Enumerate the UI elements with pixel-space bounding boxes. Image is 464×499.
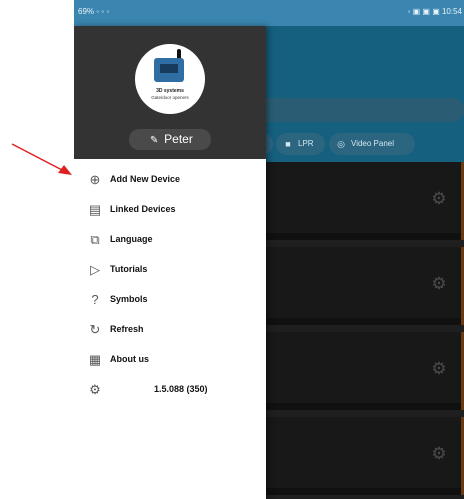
menu-item-linked-devices[interactable]: ▤ Linked Devices [74, 195, 266, 225]
user-name: Peter [164, 132, 193, 146]
edit-name-button[interactable]: ✎ Peter [129, 129, 211, 150]
add-circle-icon: ⊕ [89, 172, 101, 187]
app-version: 1.5.088 (350) [154, 384, 208, 394]
menu-item-label: Language [110, 234, 153, 244]
menu-item-label: Add New Device [110, 174, 181, 184]
search-bar[interactable] [254, 98, 464, 122]
menu-item-label: Symbols [110, 294, 148, 304]
video-camera-icon: ■ [285, 139, 291, 149]
help-circle-icon: ? [91, 292, 99, 307]
navigation-drawer: 3D systems Gate/door openers ✎ Peter ⊕ Ad… [74, 26, 266, 499]
menu-item-add-new-device[interactable]: ⊕ Add New Device [74, 165, 266, 195]
gear-icon[interactable]: ⚙ [430, 275, 448, 293]
menu-item-label: About us [110, 354, 149, 364]
pencil-icon: ✎ [149, 135, 159, 146]
logo-tagline: Gate/door openers [151, 95, 189, 100]
tutorials-icon: ▷ [90, 262, 100, 277]
language-icon: ⧉ [90, 232, 100, 247]
company-logo: 3D systems Gate/door openers [135, 44, 205, 114]
menu-item-language[interactable]: ⧉ Language [74, 225, 266, 255]
camera-lens-icon: ◎ [337, 139, 345, 149]
menu-item-about-us[interactable]: ▦ About us [74, 345, 266, 375]
chip-video-panel-label: Video Panel [351, 139, 394, 148]
drawer-header: 3D systems Gate/door openers ✎ Peter [74, 26, 266, 159]
refresh-icon: ↻ [89, 322, 101, 337]
settings-gear-icon: ⚙ [89, 382, 101, 397]
status-bar-left: 69% ◦ ◦ ◦ [78, 7, 110, 16]
menu-item-symbols[interactable]: ? Symbols [74, 285, 266, 315]
status-bar: 69% ◦ ◦ ◦ ◦ ▣ ▣ ▣ 10:54 [74, 0, 464, 26]
device-screen [160, 64, 178, 73]
logo-brand: 3D systems [156, 88, 184, 94]
gear-icon[interactable]: ⚙ [430, 445, 448, 463]
chip-lpr-label: LPR [298, 139, 314, 148]
linked-devices-icon: ▤ [88, 202, 102, 217]
gear-icon[interactable]: ⚙ [430, 190, 448, 208]
chip-video-panel[interactable]: ◎ Video Panel [329, 133, 415, 155]
menu-item-refresh[interactable]: ↻ Refresh [74, 315, 266, 345]
about-document-icon: ▦ [88, 352, 102, 367]
annotation-arrow [11, 143, 72, 175]
status-bar-right: ◦ ▣ ▣ ▣ 10:54 [407, 7, 462, 16]
menu-item-tutorials[interactable]: ▷ Tutorials [74, 255, 266, 285]
chip-lpr[interactable]: ■ LPR [276, 133, 325, 155]
drawer-menu: ⊕ Add New Device ▤ Linked Devices ⧉ Lang… [74, 165, 266, 405]
gear-icon[interactable]: ⚙ [430, 360, 448, 378]
menu-item-label: Refresh [110, 324, 144, 334]
menu-item-label: Tutorials [110, 264, 148, 274]
version-row: ⚙ 1.5.088 (350) [74, 375, 266, 405]
menu-item-label: Linked Devices [110, 204, 176, 214]
tablet-screen: 69% ◦ ◦ ◦ ◦ ▣ ▣ ▣ 10:54 ■ LPR ◎ Video Pa… [74, 0, 464, 499]
